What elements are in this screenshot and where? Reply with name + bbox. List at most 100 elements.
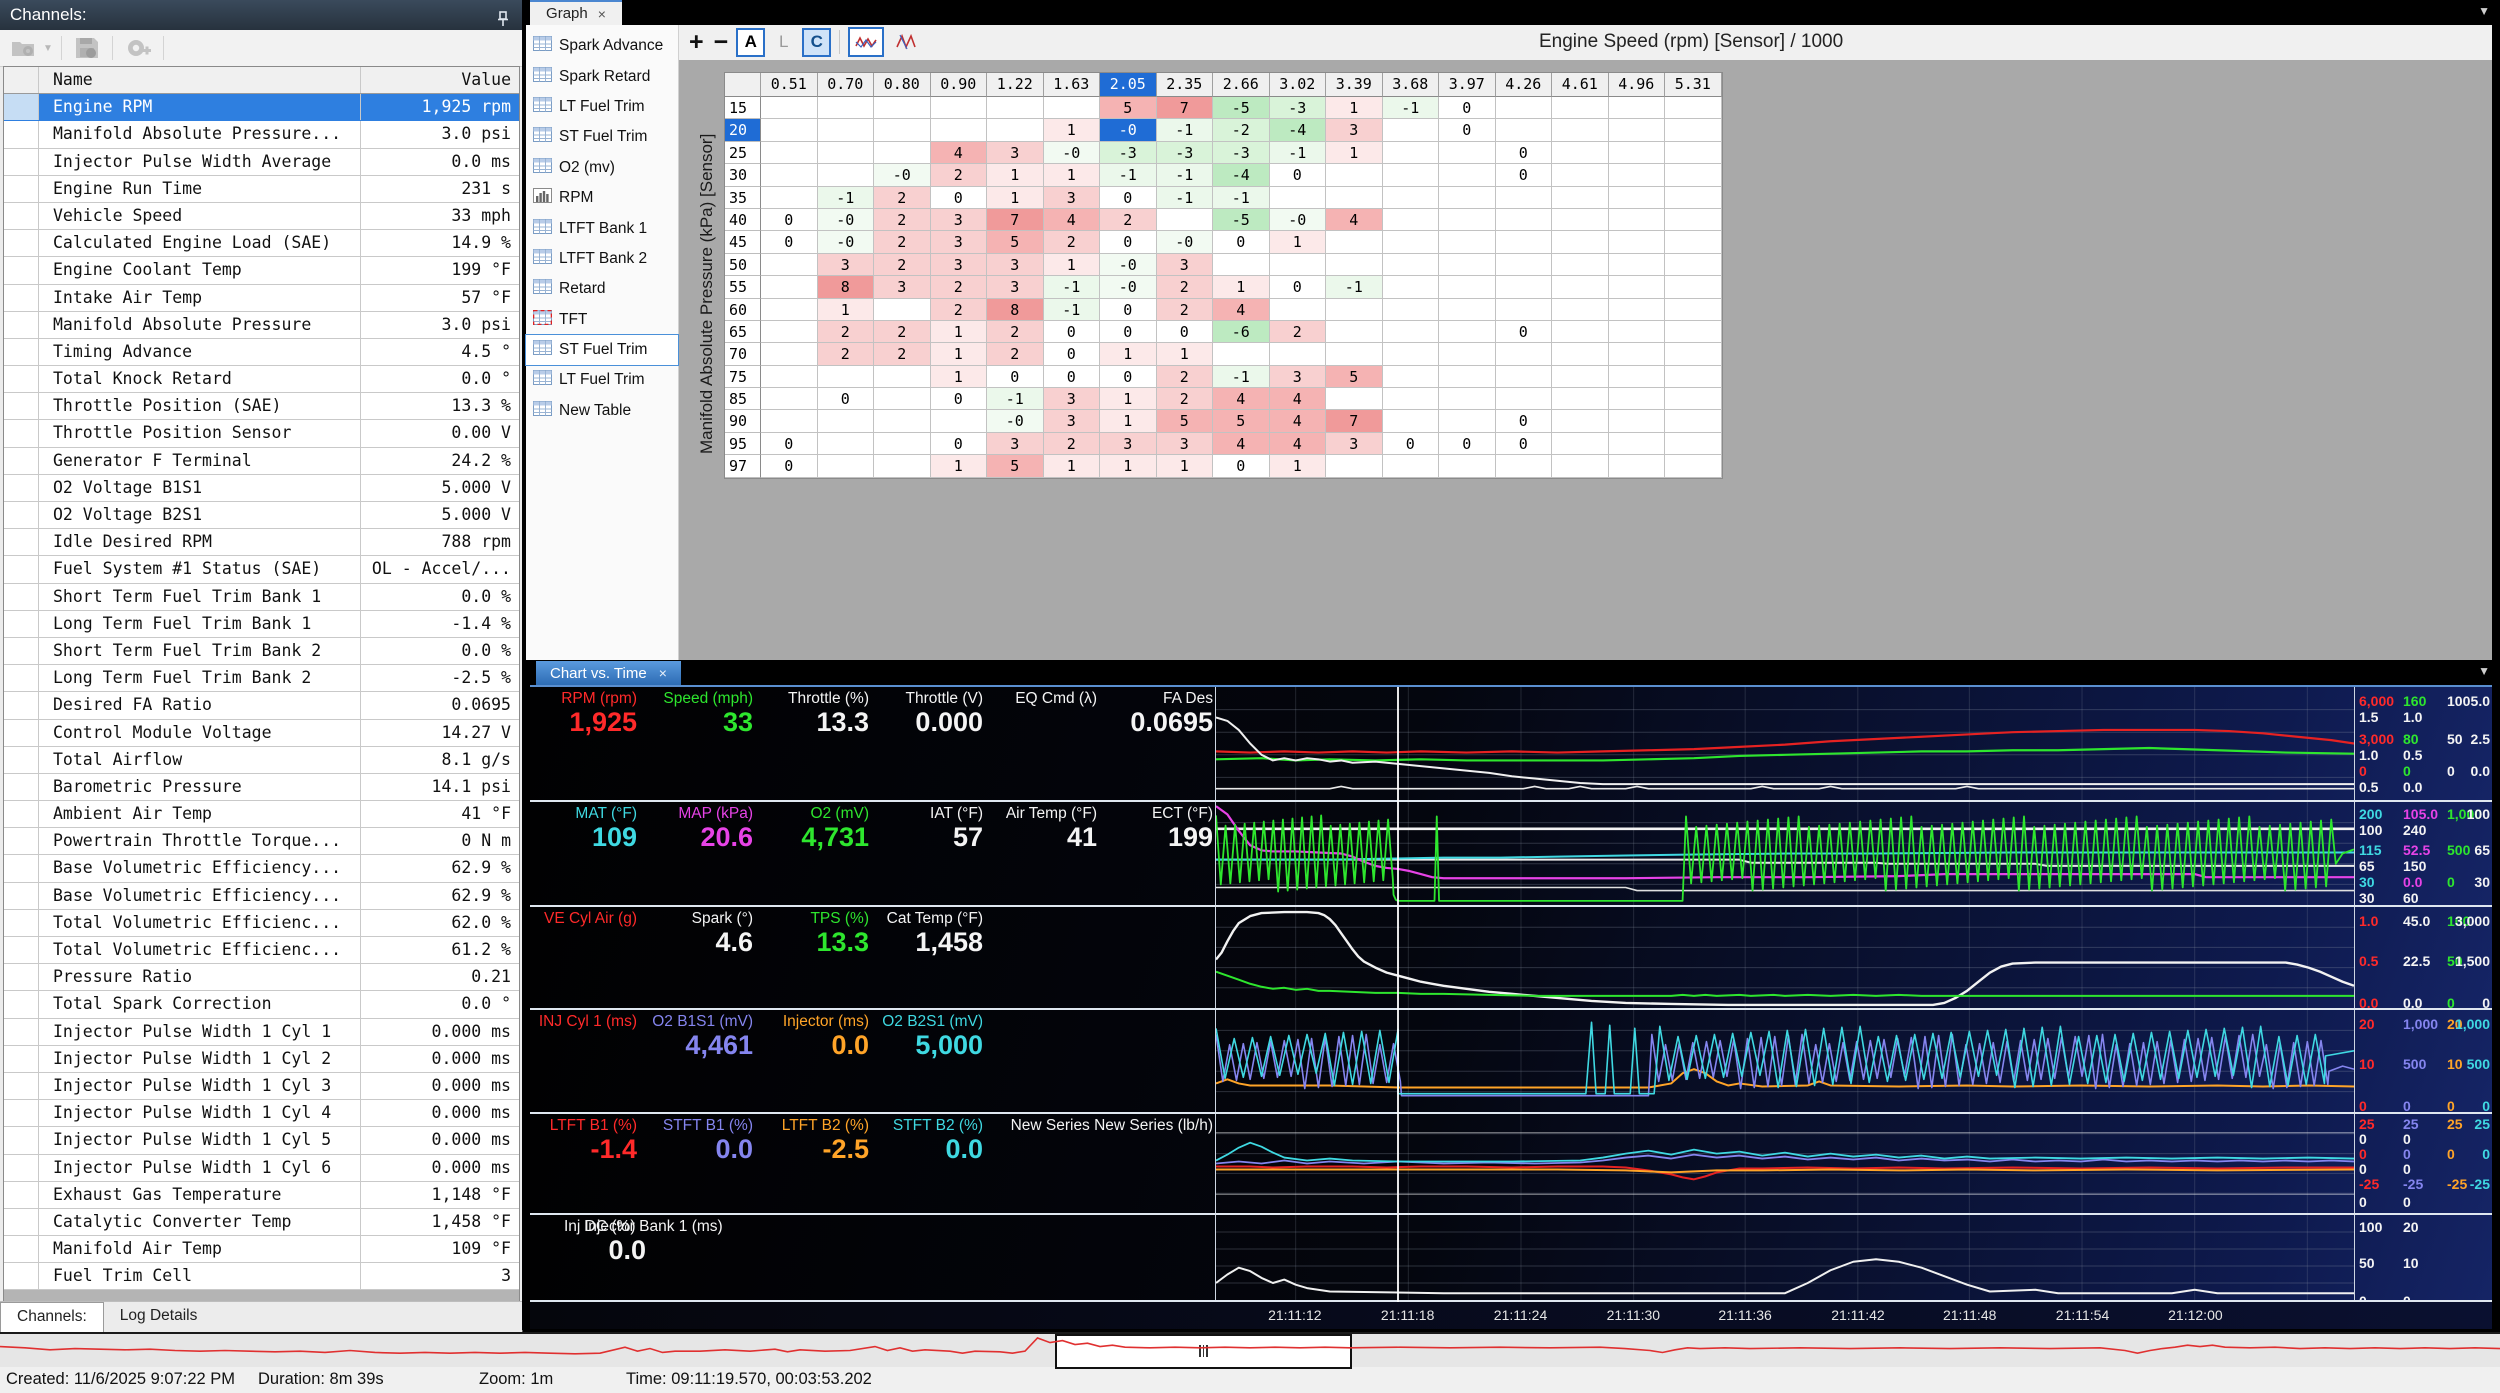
channel-row[interactable]: Engine RPM 1,925 rpm — [4, 94, 519, 122]
channel-row[interactable]: Timing Advance 4.5 ° — [4, 338, 519, 367]
row-selector[interactable] — [4, 1127, 39, 1154]
table-cell[interactable]: 0 — [1100, 186, 1157, 209]
table-cell[interactable]: 4 — [1213, 388, 1270, 411]
table-cell[interactable]: 0 — [1213, 455, 1270, 478]
table-cell[interactable] — [1552, 119, 1609, 142]
row-selector[interactable] — [4, 502, 39, 529]
column-header[interactable]: 4.96 — [1608, 73, 1665, 97]
table-cell[interactable]: 2 — [874, 343, 931, 366]
table-cell[interactable] — [1382, 141, 1439, 165]
table-cell[interactable] — [1552, 365, 1609, 389]
channel-row[interactable]: Fuel System #1 Status (SAE) OL - Accel/..… — [4, 556, 519, 584]
table-cell[interactable] — [1665, 320, 1722, 344]
table-cell[interactable]: 0 — [761, 231, 818, 254]
table-cell[interactable] — [1665, 208, 1722, 232]
save-gear-icon[interactable] — [70, 34, 104, 62]
tab-log-details[interactable]: Log Details — [104, 1302, 214, 1332]
column-header[interactable]: 4.26 — [1495, 73, 1552, 97]
table-cell[interactable] — [1552, 388, 1609, 411]
table-cell[interactable] — [1326, 253, 1383, 277]
table-cell[interactable]: 1 — [1043, 253, 1100, 277]
table-cell[interactable] — [1382, 365, 1439, 389]
table-cell[interactable]: -0 — [874, 164, 931, 187]
table-cell[interactable]: 1 — [987, 164, 1044, 187]
table-cell[interactable]: 3 — [987, 253, 1044, 277]
table-cell[interactable] — [1439, 320, 1496, 344]
table-cell[interactable]: 8 — [817, 276, 874, 299]
channel-row[interactable]: Manifold Air Temp 109 °F — [4, 1236, 519, 1264]
channel-row[interactable]: Fuel Trim Cell 3 — [4, 1263, 519, 1291]
table-cell[interactable] — [1608, 365, 1665, 389]
row-selector[interactable] — [4, 583, 39, 610]
table-cell[interactable] — [1043, 97, 1100, 120]
table-cell[interactable]: 7 — [1156, 97, 1213, 120]
table-cell[interactable] — [1665, 343, 1722, 366]
row-header[interactable]: 50 — [725, 253, 761, 277]
table-cell[interactable] — [1495, 276, 1552, 299]
channel-row[interactable]: Engine Run Time 231 s — [4, 175, 519, 203]
row-selector[interactable] — [4, 529, 39, 556]
table-cell[interactable]: 0 — [761, 208, 818, 232]
table-cell[interactable] — [761, 141, 818, 165]
row-selector[interactable] — [4, 1072, 39, 1100]
table-cell[interactable] — [1382, 388, 1439, 411]
table-cell[interactable]: 4 — [1326, 208, 1383, 232]
table-cell[interactable] — [1382, 320, 1439, 344]
channel-row[interactable]: Pressure Ratio 0.21 — [4, 964, 519, 992]
row-header[interactable]: 85 — [725, 388, 761, 411]
table-cell[interactable] — [1439, 164, 1496, 187]
table-cell[interactable]: 8 — [987, 298, 1044, 321]
table-cell[interactable]: 0 — [1495, 432, 1552, 456]
row-selector[interactable] — [4, 719, 39, 746]
table-cell[interactable] — [761, 365, 818, 389]
table-cell[interactable]: 1 — [1326, 141, 1383, 165]
table-cell[interactable]: -1 — [1326, 276, 1383, 299]
table-cell[interactable] — [761, 298, 818, 321]
table-cell[interactable] — [874, 410, 931, 433]
table-cell[interactable] — [1665, 141, 1722, 165]
table-cell[interactable]: 2 — [1100, 208, 1157, 232]
table-cell[interactable]: 0 — [1439, 432, 1496, 456]
row-header[interactable]: 95 — [725, 432, 761, 456]
table-cell[interactable]: -0 — [1269, 208, 1326, 232]
column-header[interactable]: 1.63 — [1043, 73, 1100, 97]
table-cell[interactable] — [1495, 343, 1552, 366]
row-selector[interactable] — [4, 121, 39, 148]
table-cell[interactable] — [1552, 455, 1609, 478]
channel-row[interactable]: Injector Pulse Width 1 Cyl 2 0.000 ms — [4, 1045, 519, 1073]
table-cell[interactable]: 2 — [874, 253, 931, 277]
table-cell[interactable]: 2 — [874, 186, 931, 209]
table-cell[interactable]: 0 — [1382, 432, 1439, 456]
column-header[interactable]: 0.51 — [761, 73, 818, 97]
table-cell[interactable]: -0 — [817, 208, 874, 232]
table-cell[interactable] — [1382, 455, 1439, 478]
table-cell[interactable] — [1552, 343, 1609, 366]
table-cell[interactable] — [1552, 186, 1609, 209]
table-cell[interactable] — [1495, 253, 1552, 277]
column-header[interactable]: 3.68 — [1382, 73, 1439, 97]
table-cell[interactable] — [1495, 298, 1552, 321]
table-cell[interactable]: 3 — [1043, 186, 1100, 209]
table-cell[interactable] — [1665, 97, 1722, 120]
channel-row[interactable]: Powertrain Throttle Torque... 0 N m — [4, 828, 519, 856]
row-header[interactable]: 20 — [725, 119, 761, 142]
pin-icon[interactable] — [496, 7, 510, 37]
column-header[interactable]: 2.35 — [1156, 73, 1213, 97]
table-cell[interactable] — [761, 343, 818, 366]
column-header[interactable]: 4.61 — [1552, 73, 1609, 97]
table-cell[interactable]: -0 — [987, 410, 1044, 433]
table-cell[interactable]: 1 — [930, 455, 987, 478]
table-cell[interactable]: 0 — [1439, 97, 1496, 120]
table-cell[interactable]: 4 — [1213, 298, 1270, 321]
sidebar-item-st-fuel-trim[interactable]: ST Fuel Trim — [526, 122, 678, 152]
sidebar-item-lt-fuel-trim[interactable]: LT Fuel Trim — [526, 92, 678, 122]
waveform-alt-icon[interactable] — [890, 29, 922, 55]
row-selector[interactable] — [4, 393, 39, 420]
column-header[interactable]: 0.90 — [930, 73, 987, 97]
table-cell[interactable]: -1 — [1156, 119, 1213, 142]
row-selector[interactable] — [4, 148, 39, 175]
channel-row[interactable]: Total Volumetric Efficienc... 61.2 % — [4, 937, 519, 965]
table-cell[interactable] — [1608, 343, 1665, 366]
table-cell[interactable]: 2 — [874, 231, 931, 254]
channel-row[interactable]: Total Volumetric Efficienc... 62.0 % — [4, 909, 519, 937]
